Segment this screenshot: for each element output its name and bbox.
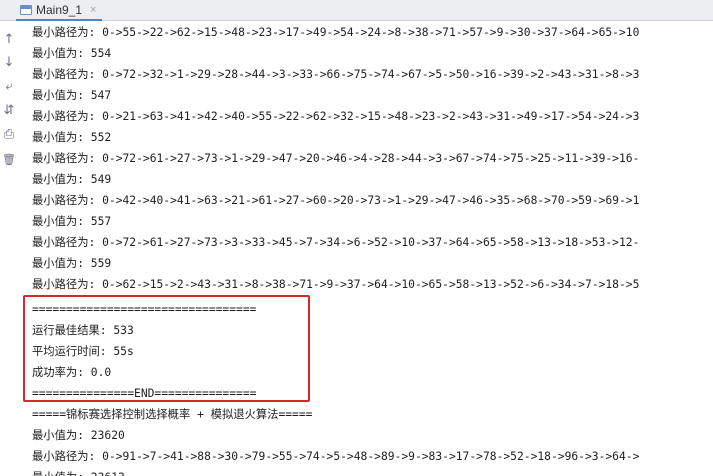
console-line: 最小值为: 554	[32, 47, 112, 60]
console-output: 最小路径为: 0->55->22->62->15->48->23->17->49…	[32, 20, 713, 476]
scroll-to-end-icon[interactable]: ⇵	[1, 102, 17, 118]
console-line: 最小值为: 549	[32, 173, 112, 186]
console-toolbar: ↑ ↓ ⤶ ⇵ ⎙ 🗑	[0, 21, 20, 476]
print-icon[interactable]: ⎙	[1, 126, 17, 142]
console-line: 最小路径为: 0->42->40->41->63->21->61->27->60…	[32, 194, 640, 207]
console-line: 最小路径为: 0->55->22->62->15->48->23->17->49…	[32, 26, 640, 39]
tab-title: Main9_1	[36, 3, 83, 17]
console-line: 最小路径为: 0->72->61->27->73->1->29->47->20-…	[32, 152, 640, 165]
soft-wrap-icon[interactable]: ⤶	[1, 78, 17, 94]
close-icon[interactable]: ×	[90, 4, 96, 16]
console-line: 最小值为: 23620	[32, 429, 125, 442]
console-line: 最小值为: 559	[32, 257, 112, 270]
console-line: 最小路径为: 0->62->15->2->43->31->8->38->71->…	[32, 278, 640, 291]
console-line: 最小值为: 552	[32, 131, 112, 144]
tab-bar: Main9_1 ×	[0, 0, 713, 21]
run-config-icon	[20, 5, 32, 15]
console-line: 最小路径为: 0->72->32->1->29->28->44->3->33->…	[32, 68, 640, 81]
console-line: 最小路径为: 0->21->63->41->42->40->55->22->62…	[32, 110, 640, 123]
console-line: =====锦标赛选择控制选择概率 + 模拟退火算法=====	[32, 408, 313, 421]
scroll-down-icon[interactable]: ↓	[1, 54, 17, 70]
console-line: 最小值为: 557	[32, 215, 112, 228]
scroll-up-icon[interactable]: ↑	[1, 31, 17, 47]
console-line: 最小值为: 547	[32, 89, 112, 102]
console-line: 最小值为: 23613	[32, 467, 125, 476]
summary-highlight-box	[23, 295, 310, 402]
trash-icon[interactable]: 🗑	[1, 151, 17, 167]
tab-main9-1[interactable]: Main9_1 ×	[16, 0, 102, 20]
console-line: 最小路径为: 0->72->61->27->73->3->33->45->7->…	[32, 236, 640, 249]
console-line: 最小路径为: 0->91->7->41->88->30->79->55->74-…	[32, 450, 640, 463]
